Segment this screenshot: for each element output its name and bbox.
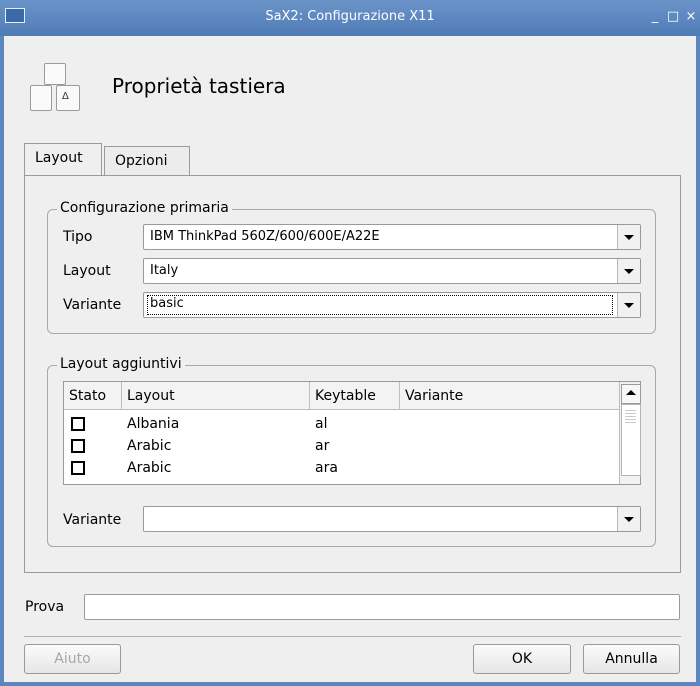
column-header-keytable[interactable]: Keytable: [310, 382, 400, 410]
maximize-button[interactable]: □: [666, 10, 680, 24]
minimize-button[interactable]: _: [648, 10, 662, 24]
column-header-variante[interactable]: Variante: [400, 382, 619, 410]
row-checkbox[interactable]: [71, 461, 85, 475]
prova-input[interactable]: [84, 594, 680, 620]
prova-label: Prova: [25, 599, 65, 615]
column-header-layout[interactable]: Layout: [122, 382, 310, 410]
row-checkbox[interactable]: [71, 417, 85, 431]
list-item[interactable]: Arabic ar: [64, 435, 619, 457]
page-title: Proprietà tastiera: [112, 74, 286, 98]
row-keytable: ara: [315, 460, 338, 476]
ok-button[interactable]: OK: [473, 644, 571, 674]
variante-label: Variante: [63, 297, 122, 313]
additional-variante-select[interactable]: [143, 506, 641, 532]
list-item[interactable]: Arabic ara: [64, 457, 619, 479]
scroll-thumb[interactable]: [621, 404, 641, 476]
additional-layouts-label: Layout aggiuntivi: [57, 356, 185, 372]
tipo-label: Tipo: [63, 229, 93, 245]
separator: [24, 636, 681, 637]
layout-select[interactable]: Italy: [143, 258, 641, 284]
row-checkbox[interactable]: [71, 439, 85, 453]
close-button[interactable]: ×: [684, 10, 698, 24]
row-layout: Arabic: [127, 460, 172, 476]
variante-value: basic: [147, 295, 613, 315]
cancel-button[interactable]: Annulla: [583, 644, 680, 674]
row-layout: Albania: [127, 416, 180, 432]
tab-layout[interactable]: Layout: [24, 143, 102, 176]
help-button[interactable]: Aiuto: [24, 644, 121, 674]
tipo-value: IBM ThinkPad 560Z/600/600E/A22E: [150, 229, 380, 244]
row-keytable: al: [315, 416, 328, 432]
column-header-stato[interactable]: Stato: [64, 382, 122, 410]
chevron-down-icon[interactable]: [617, 259, 640, 283]
keyboard-icon: Δ: [26, 63, 82, 119]
list-scrollbar[interactable]: [619, 382, 641, 484]
tab-opzioni[interactable]: Opzioni: [104, 146, 190, 176]
primary-config-label: Configurazione primaria: [57, 200, 232, 216]
tipo-select[interactable]: IBM ThinkPad 560Z/600/600E/A22E: [143, 224, 641, 250]
scroll-up-icon[interactable]: [621, 384, 641, 404]
row-layout: Arabic: [127, 438, 172, 454]
chevron-down-icon[interactable]: [617, 293, 640, 317]
list-item[interactable]: Albania al: [64, 413, 619, 435]
title-bar[interactable]: SaX2: Configurazione X11 _ □ ×: [0, 0, 700, 36]
chevron-down-icon[interactable]: [617, 225, 640, 249]
additional-variante-label: Variante: [63, 512, 122, 528]
row-keytable: ar: [315, 438, 330, 454]
variante-select[interactable]: basic: [143, 292, 641, 318]
chevron-down-icon[interactable]: [617, 507, 640, 531]
window-title: SaX2: Configurazione X11: [265, 9, 435, 24]
layout-value: Italy: [150, 263, 179, 278]
layout-label: Layout: [63, 263, 111, 279]
layout-list[interactable]: Stato Layout Keytable Variante Albania a…: [63, 381, 641, 485]
